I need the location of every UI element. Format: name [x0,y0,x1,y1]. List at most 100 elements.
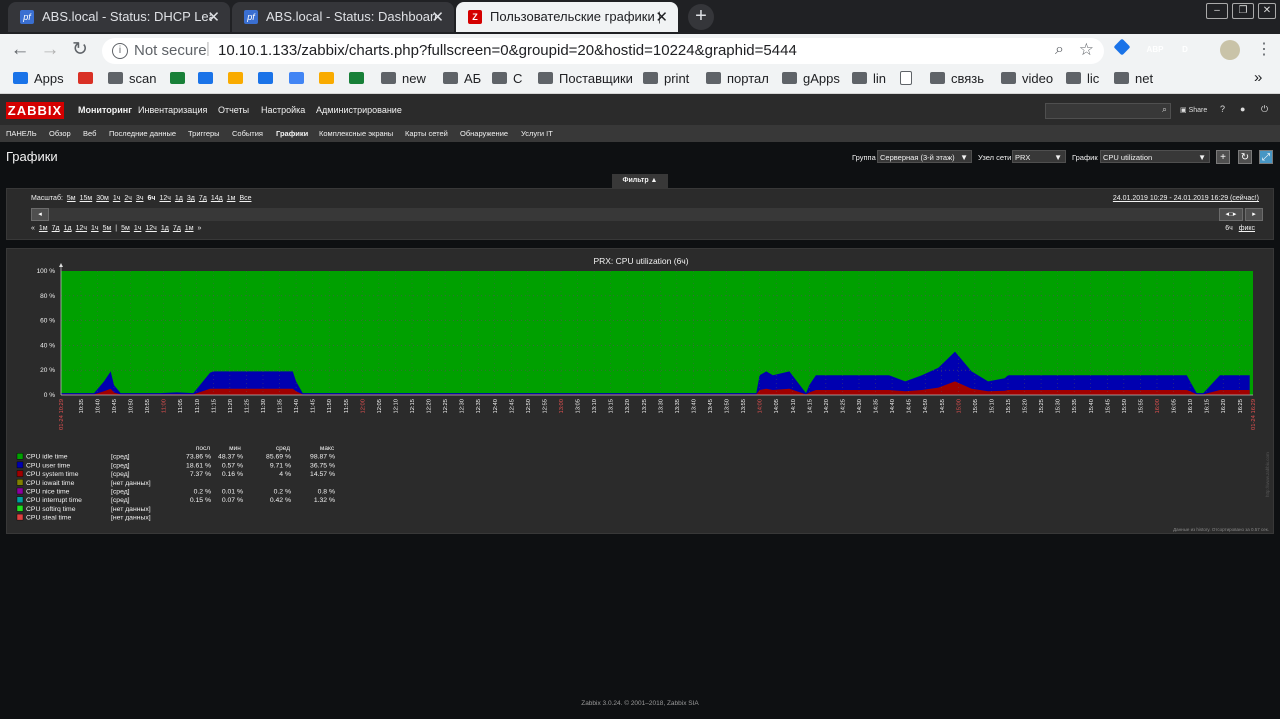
scale-option[interactable]: 2ч [124,195,132,202]
time-scrollbar[interactable]: ◂ ◂::▸ ▸ [31,208,1263,221]
bookmark-star-icon[interactable]: ☆ [1079,40,1094,60]
bookmark-С[interactable]: С [492,71,522,86]
scale-option[interactable]: 1ч [113,195,121,202]
close-window-button[interactable]: ✕ [1258,3,1276,19]
bookmark-print[interactable]: print [643,71,689,86]
nav-link[interactable]: 1д [64,225,72,232]
group-select[interactable]: Серверная (3-й этаж) ▼ [877,150,972,163]
bookmark-translate-icon[interactable] [289,71,310,86]
share-button[interactable]: ▣ Share [1180,106,1207,114]
menu-administration[interactable]: Администрирование [316,105,402,115]
scale-option[interactable]: 14д [211,195,223,202]
scroll-right-button[interactable]: ▸ [1245,208,1263,221]
close-icon[interactable]: ✕ [655,8,668,26]
nav-link[interactable]: 1м [185,225,194,232]
nav-link[interactable]: 5м [103,225,112,232]
user-profile-icon[interactable]: ● [1240,104,1245,114]
submenu-item[interactable]: Графики [276,129,308,138]
menu-dots-icon[interactable]: ⋮ [1252,38,1276,62]
bookmark-связь[interactable]: связь [930,71,984,86]
fullscreen-button[interactable]: ⤢ [1259,150,1273,164]
bookmark-lic[interactable]: lic [1066,71,1099,86]
bookmark-АБ[interactable]: АБ [443,71,481,86]
zoom-icon[interactable]: ⌕ [1055,41,1064,59]
close-icon[interactable]: ✕ [431,8,444,26]
nav-link[interactable]: 12ч [76,225,87,232]
menu-monitoring[interactable]: Мониторинг [78,105,132,115]
bookmark-slides-icon[interactable] [258,71,279,86]
search-icon[interactable]: ⌕ [1162,104,1167,115]
zabbix-logo[interactable]: ZABBIX [6,102,64,119]
scale-option[interactable]: 12ч [159,195,170,202]
fixed-toggle[interactable]: фикс [1239,225,1255,232]
bookmark-портал[interactable]: портал [706,71,769,86]
browser-tab[interactable]: pf ABS.local - Status: Dashboard ✕ [232,2,454,32]
back-icon[interactable]: ← [8,38,32,62]
nav-link[interactable]: 1ч [134,225,142,232]
scale-option[interactable]: 30м [96,195,109,202]
scale-option[interactable]: 7д [199,195,207,202]
submenu-item[interactable]: Обнаружение [460,129,508,138]
bookmark-page-icon[interactable] [900,71,918,87]
scroll-handle[interactable]: ◂::▸ [1219,208,1243,221]
menu-configuration[interactable]: Настройка [261,105,305,115]
nav-link[interactable]: 7д [52,225,60,232]
url-text[interactable]: 10.10.1.133/zabbix/charts.php?fullscreen… [218,42,797,59]
extension-d-icon[interactable]: D [1176,41,1194,59]
nav-link[interactable]: 12ч [145,225,156,232]
add-to-favourites-button[interactable]: + [1216,150,1230,164]
bookmark-Apps[interactable]: Apps [13,71,64,86]
scale-option[interactable]: 1д [175,195,183,202]
bookmark-net[interactable]: net [1114,71,1153,86]
reload-icon[interactable]: ↻ [68,38,92,62]
submenu-item[interactable]: События [232,129,263,138]
nav-link[interactable]: 1ч [91,225,99,232]
menu-inventory[interactable]: Инвентаризация [138,105,207,115]
scale-option[interactable]: 5м [67,195,76,202]
diamond-extension-icon[interactable] [1113,38,1131,56]
bookmark-drive-icon[interactable] [319,71,340,86]
nav-link[interactable]: 5м [121,225,130,232]
submenu-item[interactable]: Веб [83,129,96,138]
address-bar[interactable]: i Not secure | 10.10.1.133/zabbix/charts… [102,38,1104,64]
minimize-button[interactable]: – [1206,3,1228,19]
bookmarks-overflow-button[interactable]: » [1254,69,1262,86]
scale-option[interactable]: 1м [227,195,236,202]
nav-link[interactable]: 7д [173,225,181,232]
global-search-input[interactable]: ⌕ [1045,103,1171,119]
scale-option[interactable]: 3ч [136,195,144,202]
info-icon[interactable]: i [112,43,128,59]
bookmark-gApps[interactable]: gApps [782,71,840,86]
bookmark-scan[interactable]: scan [108,71,156,86]
submenu-item[interactable]: Триггеры [188,129,220,138]
bookmark-link-icon[interactable] [198,71,219,86]
submenu-item[interactable]: Последние данные [109,129,176,138]
submenu-item[interactable]: Услуги IT [521,129,553,138]
scroll-left-button[interactable]: ◂ [31,208,49,221]
maximize-button[interactable]: ❐ [1232,3,1254,19]
scale-option[interactable]: Все [239,195,251,202]
filter-tab[interactable]: Фильтр ▲ [612,174,668,188]
menu-reports[interactable]: Отчеты [218,105,249,115]
scale-option[interactable]: 3д [187,195,195,202]
bookmark-Поставщики[interactable]: Поставщики [538,71,633,86]
bookmark-drive-icon[interactable] [228,71,249,86]
scale-option[interactable]: 6ч [147,195,155,202]
new-tab-button[interactable]: + [688,4,714,30]
adblock-icon[interactable]: ABP [1146,41,1164,59]
cpu-utilization-chart[interactable]: 100 % 80 % 60 % 40 % 20 % 0 % 01-24 10:29 10:35… [7,249,1273,533]
browser-tab-active[interactable]: Z Пользовательские графики [обновлено ка… [456,2,678,32]
bookmark-lin[interactable]: lin [852,71,886,86]
submenu-item[interactable]: Обзор [49,129,71,138]
bookmark-sheets-icon[interactable] [170,71,191,86]
bookmark-new[interactable]: new [381,71,426,86]
nav-link[interactable]: 1д [161,225,169,232]
submenu-item[interactable]: Карты сетей [405,129,448,138]
bookmark-sheets-icon[interactable] [349,71,370,86]
nav-link[interactable]: 1м [39,225,48,232]
nav-link[interactable]: « [31,225,35,232]
host-select[interactable]: PRX ▼ [1012,150,1066,163]
nav-link[interactable]: » [198,225,202,232]
refresh-button[interactable]: ↻ [1238,150,1252,164]
graph-select[interactable]: CPU utilization ▼ [1100,150,1210,163]
